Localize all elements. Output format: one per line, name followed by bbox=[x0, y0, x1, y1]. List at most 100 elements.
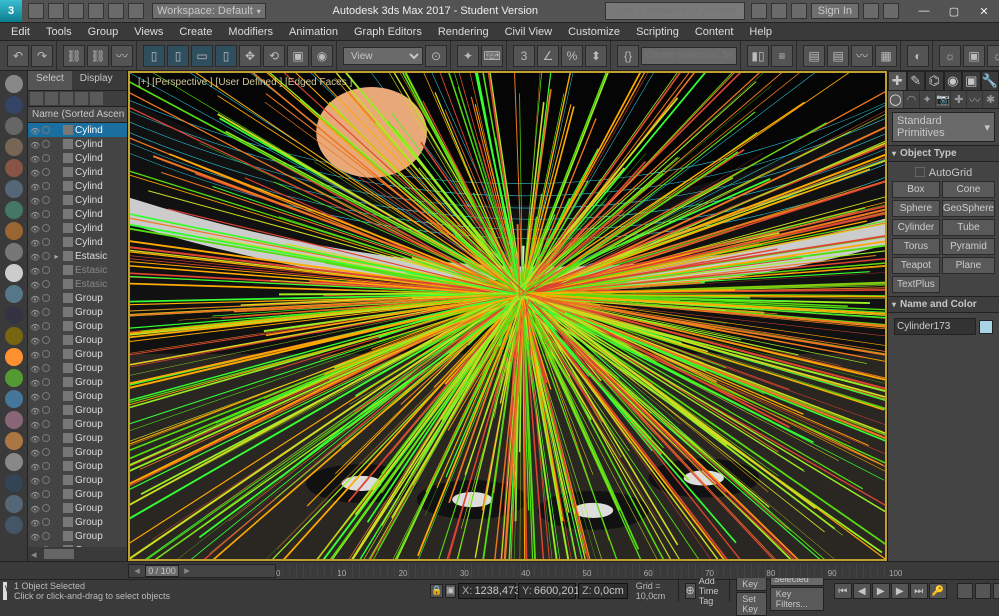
use-center-button[interactable]: ⊙ bbox=[425, 45, 447, 67]
primitive-pyramid[interactable]: Pyramid bbox=[942, 238, 995, 255]
visibility-icon[interactable] bbox=[30, 153, 40, 163]
systems-icon[interactable]: ✱ bbox=[983, 91, 999, 108]
visibility-icon[interactable] bbox=[30, 293, 40, 303]
autodesk-a360-icon[interactable] bbox=[791, 3, 807, 19]
tool-icon[interactable] bbox=[5, 453, 23, 471]
scene-row[interactable]: Cylind bbox=[28, 207, 127, 221]
visibility-icon[interactable] bbox=[30, 363, 40, 373]
visibility-icon[interactable] bbox=[30, 335, 40, 345]
scene-row[interactable]: Cylind bbox=[28, 179, 127, 193]
menu-customize[interactable]: Customize bbox=[561, 25, 627, 39]
next-frame-icon[interactable]: ▸ bbox=[179, 564, 195, 577]
scene-row[interactable]: Group bbox=[28, 501, 127, 515]
freeze-icon[interactable] bbox=[42, 518, 50, 526]
object-name-input[interactable] bbox=[894, 318, 976, 335]
geometry-icon[interactable]: ◯ bbox=[888, 91, 904, 108]
freeze-icon[interactable] bbox=[42, 168, 50, 176]
scene-row[interactable]: Cylind bbox=[28, 151, 127, 165]
visibility-icon[interactable] bbox=[30, 447, 40, 457]
scene-row[interactable]: Group bbox=[28, 529, 127, 543]
freeze-icon[interactable] bbox=[42, 294, 50, 302]
bind-spacewarp-button[interactable]: 〰 bbox=[111, 45, 133, 67]
help-search-input[interactable] bbox=[605, 2, 745, 20]
time-slider[interactable]: ◂ 0 / 100 ▸ bbox=[128, 564, 276, 578]
filter-icon[interactable] bbox=[90, 92, 103, 105]
tool-icon[interactable] bbox=[5, 516, 23, 534]
scene-row[interactable]: Group bbox=[28, 375, 127, 389]
menu-graph-editors[interactable]: Graph Editors bbox=[347, 25, 429, 39]
visibility-icon[interactable] bbox=[30, 517, 40, 527]
tool-icon[interactable] bbox=[5, 117, 23, 135]
material-editor-button[interactable]: ◐ bbox=[907, 45, 929, 67]
tool-icon[interactable] bbox=[5, 159, 23, 177]
scene-row[interactable]: Group bbox=[28, 305, 127, 319]
scene-row[interactable]: Cylind bbox=[28, 123, 127, 137]
visibility-icon[interactable] bbox=[30, 237, 40, 247]
freeze-icon[interactable] bbox=[42, 350, 50, 358]
tool-icon[interactable] bbox=[5, 243, 23, 261]
menu-tools[interactable]: Tools bbox=[39, 25, 79, 39]
scene-row[interactable]: Cylind bbox=[28, 193, 127, 207]
object-color-swatch[interactable] bbox=[979, 320, 993, 334]
lock-selection-icon[interactable]: 🔒 bbox=[430, 584, 443, 598]
tool-icon[interactable] bbox=[5, 138, 23, 156]
mirror-button[interactable]: ▮▯ bbox=[747, 45, 769, 67]
help-icon[interactable] bbox=[883, 3, 899, 19]
expand-icon[interactable]: ▸ bbox=[52, 252, 61, 261]
shapes-icon[interactable]: ◠ bbox=[904, 91, 920, 108]
freeze-icon[interactable] bbox=[42, 336, 50, 344]
visibility-icon[interactable] bbox=[30, 405, 40, 415]
freeze-icon[interactable] bbox=[42, 126, 50, 134]
freeze-icon[interactable] bbox=[42, 434, 50, 442]
angle-snap-button[interactable]: ∠ bbox=[537, 45, 559, 67]
primitive-box[interactable]: Box bbox=[892, 181, 940, 198]
scene-row[interactable]: Group bbox=[28, 417, 127, 431]
visibility-icon[interactable] bbox=[30, 461, 40, 471]
scene-row[interactable]: Group bbox=[28, 445, 127, 459]
minimize-button[interactable]: — bbox=[909, 0, 939, 22]
filter-icon[interactable] bbox=[75, 92, 88, 105]
window-crossing-button[interactable]: ▯ bbox=[215, 45, 237, 67]
save-icon[interactable] bbox=[68, 3, 84, 19]
visibility-icon[interactable] bbox=[30, 223, 40, 233]
scene-row[interactable]: Estasic bbox=[28, 263, 127, 277]
open-icon[interactable] bbox=[48, 3, 64, 19]
play-button[interactable]: ▶ bbox=[872, 583, 890, 599]
scene-row[interactable]: Group bbox=[28, 487, 127, 501]
tab-select[interactable]: Select bbox=[28, 71, 72, 90]
visibility-icon[interactable] bbox=[30, 265, 40, 275]
menu-scripting[interactable]: Scripting bbox=[629, 25, 686, 39]
visibility-icon[interactable] bbox=[30, 321, 40, 331]
workspace-dropdown[interactable]: Workspace: Default ▾ bbox=[152, 3, 266, 19]
primitive-textplus[interactable]: TextPlus bbox=[892, 276, 940, 293]
redo-button[interactable]: ↷ bbox=[31, 45, 53, 67]
freeze-icon[interactable] bbox=[42, 532, 50, 540]
primitive-category-dropdown[interactable]: Standard Primitives ▾ bbox=[892, 112, 995, 142]
search-icon[interactable] bbox=[751, 3, 767, 19]
tool-icon[interactable] bbox=[5, 222, 23, 240]
primitive-tube[interactable]: Tube bbox=[942, 219, 995, 236]
schematic-view-button[interactable]: ▦ bbox=[875, 45, 897, 67]
layer-explorer-button[interactable]: ▤ bbox=[803, 45, 825, 67]
unlink-button[interactable]: ⛓ bbox=[87, 45, 109, 67]
time-ruler[interactable]: 0102030405060708090100 bbox=[276, 564, 889, 578]
lights-icon[interactable]: ✦ bbox=[920, 91, 936, 108]
scene-row[interactable]: Cylind bbox=[28, 221, 127, 235]
scene-object-list[interactable]: CylindCylindCylindCylindCylindCylindCyli… bbox=[28, 123, 127, 547]
undo-icon[interactable] bbox=[88, 3, 104, 19]
zoom-icon[interactable] bbox=[975, 583, 991, 599]
freeze-icon[interactable] bbox=[42, 196, 50, 204]
visibility-icon[interactable] bbox=[30, 391, 40, 401]
freeze-icon[interactable] bbox=[42, 280, 50, 288]
tool-icon[interactable] bbox=[5, 369, 23, 387]
freeze-icon[interactable] bbox=[42, 392, 50, 400]
scene-row[interactable]: Estasic bbox=[28, 277, 127, 291]
visibility-icon[interactable] bbox=[30, 433, 40, 443]
visibility-icon[interactable] bbox=[30, 195, 40, 205]
primitive-plane[interactable]: Plane bbox=[942, 257, 995, 274]
freeze-icon[interactable] bbox=[42, 322, 50, 330]
visibility-icon[interactable] bbox=[30, 125, 40, 135]
freeze-icon[interactable] bbox=[42, 238, 50, 246]
reference-coord-dropdown[interactable]: View bbox=[343, 47, 423, 65]
scene-column-header[interactable]: Name (Sorted Ascen bbox=[28, 107, 127, 123]
